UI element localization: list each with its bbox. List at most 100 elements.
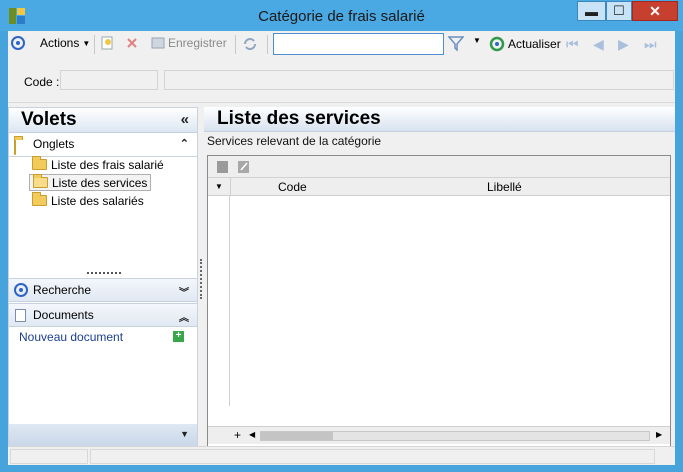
tab-label: Liste des frais salarié [51,157,164,172]
minimize-icon: ▬ [585,3,598,19]
onglets-section-header[interactable]: Onglets ⌃ [9,133,197,157]
save-button[interactable]: Enregistrer [151,36,227,50]
search-input[interactable] [273,33,444,55]
vertical-splitter[interactable] [200,259,202,299]
tab-label: Liste des services [52,175,148,190]
row-indicator-column [208,196,230,406]
open-folder-icon [33,174,48,188]
documents-label: Documents [33,308,94,322]
last-record-icon: ⏭ [644,36,657,52]
sync-icon [244,38,256,50]
grid-footer: + ◀ ▶ [208,426,670,444]
volets-header: Volets « [9,108,197,133]
refresh-button[interactable]: Actualiser [489,36,561,52]
sync-button[interactable] [242,36,258,52]
scroll-right-icon[interactable]: ▶ [656,430,662,439]
column-libelle[interactable]: Libellé [487,180,522,194]
toolbar-separator [235,35,236,54]
collapse-panel-button[interactable]: « [181,111,189,128]
splitter-handle[interactable] [87,272,121,275]
filter-dropdown[interactable]: ▼ [473,36,481,45]
code-label: Code : [24,75,60,89]
onglets-label: Onglets [33,137,75,151]
new-row-icon[interactable] [216,160,229,174]
tab-frais-salarie[interactable]: Liste des frais salarié [29,156,167,173]
code-field[interactable] [60,70,158,90]
toolbar: Actions ▼ Enregistrer ▼ Actualiser ⏮ ◀ ▶… [8,31,675,58]
recherche-label: Recherche [33,283,92,297]
folder-icon [14,139,16,155]
edit-row-icon[interactable] [237,160,250,174]
chevron-up-icon: ⌃ [179,138,189,150]
tab-salaries[interactable]: Liste des salariés [29,192,147,209]
chevron-down-icon: ▼ [82,38,91,48]
list-title: Liste des services [217,108,381,129]
chevron-down-icon[interactable]: ▼ [180,429,189,439]
services-list-panel: Liste des services Services relevant de … [204,107,675,447]
refresh-label: Actualiser [508,37,561,51]
tab-services[interactable]: Liste des services [29,174,152,191]
delete-icon [127,38,137,48]
scroll-left-icon[interactable]: ◀ [249,430,255,439]
minimize-button[interactable]: ▬ [577,1,606,21]
double-chevron-left-icon: « [180,111,189,128]
horizontal-scrollbar[interactable] [260,431,650,441]
services-grid[interactable]: ▼ Code Libellé + ◀ ▶ [207,155,671,447]
status-cell [10,449,88,464]
close-icon: ✕ [649,2,661,19]
nav-last-button[interactable]: ⏭ [644,36,657,53]
first-record-icon: ⏮ [566,36,579,52]
save-label: Enregistrer [168,36,227,50]
new-document-link[interactable]: Nouveau document [19,330,123,344]
chevron-down-icon: ▼ [473,36,481,45]
maximize-icon: ☐ [613,3,625,18]
status-cell [90,449,655,464]
description-field[interactable] [164,70,674,90]
folder-icon [32,156,47,170]
grid-toolbar [208,156,670,178]
close-button[interactable]: ✕ [632,1,678,21]
recherche-section-header[interactable]: Recherche ︾ [9,278,197,302]
add-document-icon[interactable]: + [173,331,184,342]
refresh-icon [489,36,505,52]
actions-label: Actions [40,36,80,50]
title-bar: Catégorie de frais salarié ▬ ☐ ✕ [0,0,683,31]
nav-prev-button[interactable]: ◀ [593,36,604,53]
double-chevron-down-icon: ︾ [179,288,189,299]
toolbar-separator [94,35,95,54]
folder-icon [32,192,47,206]
save-icon [151,37,165,49]
list-subtitle: Services relevant de la catégorie [207,134,382,148]
maximize-button[interactable]: ☐ [606,1,632,21]
client-area: Actions ▼ Enregistrer ▼ Actualiser ⏮ ◀ ▶… [8,31,675,465]
grid-column-header: ▼ Code Libellé [208,178,670,196]
next-record-icon: ▶ [618,36,629,52]
new-button[interactable] [100,36,114,50]
nav-next-button[interactable]: ▶ [618,36,629,53]
scrollbar-thumb[interactable] [261,432,333,440]
list-header: Liste des services [204,107,675,132]
new-document-icon [101,36,113,50]
filter-icon [448,36,464,51]
code-row: Code : [8,58,675,102]
previous-record-icon: ◀ [593,36,604,52]
row-menu-icon[interactable]: ▼ [215,182,223,191]
volets-footer: ▼ [9,424,197,446]
toolbar-separator [267,35,268,54]
volets-panel: Volets « Onglets ⌃ Liste des frais salar… [8,107,198,447]
divider [8,102,675,103]
search-icon [14,283,28,297]
filter-button[interactable] [448,35,464,51]
volets-title: Volets [21,109,77,130]
tab-label: Liste des salariés [51,193,144,208]
actions-icon [11,36,25,50]
column-divider [230,178,231,196]
delete-button[interactable] [125,36,139,50]
document-icon [15,309,26,322]
column-code[interactable]: Code [278,180,307,194]
add-row-button[interactable]: + [234,428,241,442]
double-chevron-up-icon: ︽ [179,313,189,324]
actions-menu[interactable]: Actions ▼ [11,36,90,50]
nav-first-button[interactable]: ⏮ [566,36,579,53]
documents-section-header[interactable]: Documents ︽ [9,303,197,327]
